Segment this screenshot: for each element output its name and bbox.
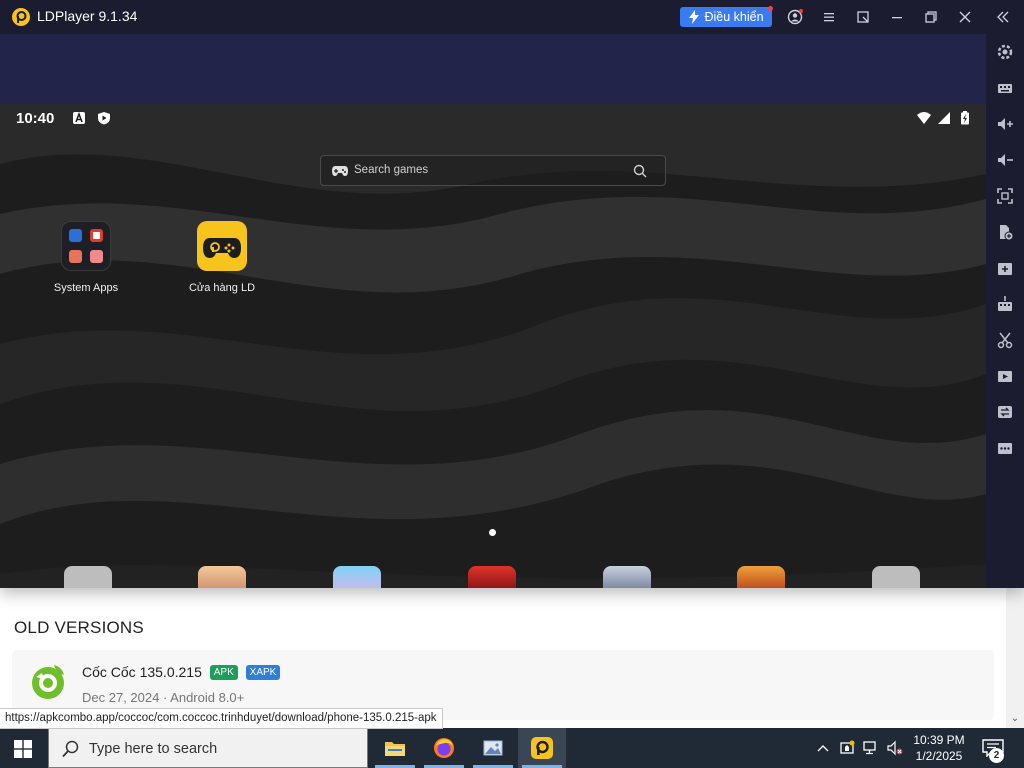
install-apk-icon[interactable]	[996, 223, 1014, 241]
dock-app-game-3[interactable]	[468, 566, 516, 588]
version-name[interactable]: Cốc Cốc 135.0.215 APK XAPK	[82, 664, 281, 680]
coccoc-logo-icon	[32, 665, 64, 699]
link-status-url: https://apkcombo.app/coccoc/com.coccoc.t…	[0, 708, 443, 729]
dock-app-game-1[interactable]	[198, 566, 246, 588]
taskbar-date: 1/2/2025	[915, 749, 963, 763]
page-scrollbar[interactable]: ⌄	[1006, 588, 1024, 728]
ldplayer-taskbar-icon	[531, 737, 553, 759]
dock-app-placeholder-2[interactable]	[872, 566, 920, 588]
signal-icon	[937, 111, 951, 125]
menu-icon[interactable]	[821, 9, 837, 25]
taskbar-clock[interactable]: 10:39 PM 1/2/2025	[900, 732, 978, 764]
search-icon	[62, 740, 79, 758]
scroll-down-icon[interactable]: ⌄	[1010, 714, 1020, 724]
notification-a-icon	[72, 111, 86, 125]
apk-badge: APK	[209, 665, 238, 680]
more-options-icon[interactable]	[996, 439, 1014, 457]
dock-app-placeholder-1[interactable]	[64, 566, 112, 588]
taskbar-search-input[interactable]: Type here to search	[48, 728, 368, 768]
keymapping-icon[interactable]	[996, 295, 1014, 313]
ld-store-icon	[197, 221, 247, 271]
game-search-input[interactable]: Search games	[320, 155, 666, 186]
ldplayer-logo-icon	[12, 8, 30, 26]
close-icon[interactable]	[957, 9, 973, 25]
search-icon[interactable]	[633, 164, 647, 178]
taskbar-photos[interactable]	[469, 728, 517, 768]
notification-count-badge: 2	[989, 748, 1004, 763]
add-instance-icon[interactable]	[996, 259, 1014, 277]
system-apps-label: System Apps	[53, 282, 119, 294]
restore-icon[interactable]	[923, 9, 939, 25]
dock-app-game-4[interactable]	[603, 566, 651, 588]
control-notification-dot	[768, 6, 773, 11]
emulator-top-band	[0, 34, 986, 104]
lightning-icon	[689, 10, 700, 24]
dock-app-game-2[interactable]	[333, 566, 381, 588]
sync-icon[interactable]	[996, 403, 1014, 421]
popout-icon[interactable]	[855, 9, 871, 25]
fullscreen-icon[interactable]	[996, 187, 1014, 205]
ld-store-label: Cửa hàng LD	[188, 282, 256, 294]
window-title: LDPlayer 9.1.34	[37, 8, 138, 24]
xapk-badge: XAPK	[245, 665, 281, 680]
minimize-icon[interactable]	[889, 9, 905, 25]
settings-gear-icon[interactable]	[996, 43, 1014, 61]
app-system-apps[interactable]: System Apps	[36, 221, 136, 294]
wifi-icon	[917, 111, 931, 125]
windows-taskbar: Type here to search 10:39 PM 1/2/2025 2	[0, 728, 1024, 768]
version-meta: Dec 27, 2024 · Android 8.0+	[82, 690, 245, 705]
account-icon[interactable]	[787, 9, 803, 25]
android-clock: 10:40	[16, 110, 55, 127]
android-screen[interactable]: 10:40 Search games System Apps Cửa hàng …	[0, 104, 986, 588]
taskbar-file-explorer[interactable]	[371, 728, 419, 768]
collapse-sidebar-icon[interactable]	[995, 9, 1011, 25]
ldplayer-window: LDPlayer 9.1.34 Điều khiển 10:40 Search …	[0, 0, 1024, 588]
show-hidden-icons-chevron-up-icon[interactable]	[815, 740, 831, 756]
security-alert-icon[interactable]	[839, 740, 855, 756]
gamepad-icon	[332, 166, 348, 176]
photos-icon	[483, 740, 503, 756]
system-apps-folder-icon	[61, 221, 111, 271]
taskbar-firefox[interactable]	[420, 728, 468, 768]
folder-icon	[385, 742, 405, 756]
titlebar: LDPlayer 9.1.34 Điều khiển	[0, 0, 1024, 34]
windows-start-icon[interactable]	[14, 740, 32, 758]
network-icon[interactable]	[863, 740, 879, 756]
taskbar-search-placeholder: Type here to search	[89, 741, 218, 757]
dock-app-game-5[interactable]	[737, 566, 785, 588]
scissors-icon[interactable]	[996, 331, 1014, 349]
page-indicator-dot	[489, 529, 496, 536]
old-versions-heading: OLD VERSIONS	[14, 618, 144, 637]
volume-up-icon[interactable]	[996, 115, 1014, 133]
emulator-sidebar	[986, 34, 1024, 588]
control-button[interactable]: Điều khiển	[680, 6, 773, 27]
control-button-label: Điều khiển	[704, 10, 764, 24]
taskbar-time: 10:39 PM	[913, 733, 965, 747]
keyboard-icon[interactable]	[996, 79, 1014, 97]
firefox-icon	[434, 738, 454, 758]
version-name-text[interactable]: Cốc Cốc 135.0.215	[82, 664, 202, 680]
battery-icon	[958, 111, 972, 125]
taskbar-ldplayer[interactable]	[518, 728, 566, 768]
app-ld-store[interactable]: Cửa hàng LD	[172, 221, 272, 294]
video-record-icon[interactable]	[996, 367, 1014, 385]
volume-down-icon[interactable]	[996, 151, 1014, 169]
game-search-placeholder: Search games	[354, 164, 429, 176]
play-protect-icon	[97, 111, 111, 125]
